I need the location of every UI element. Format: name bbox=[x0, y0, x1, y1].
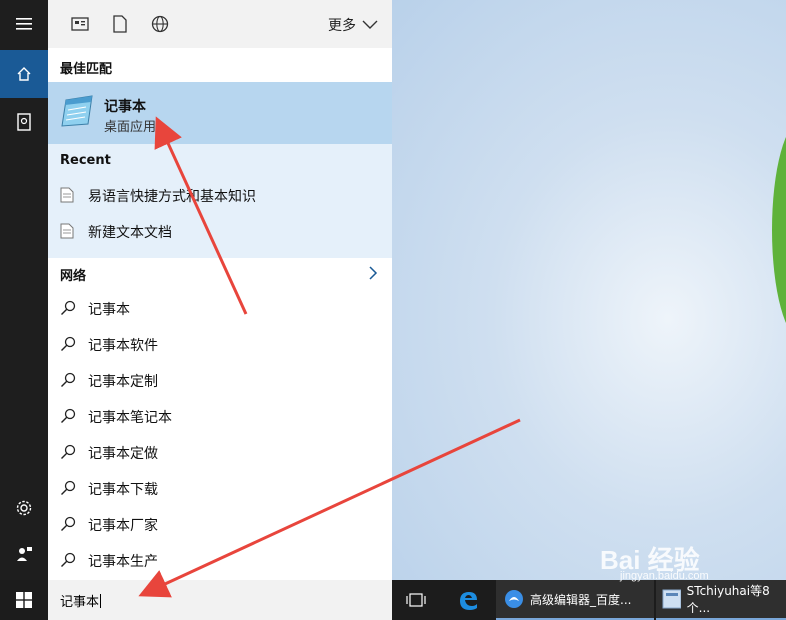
watermark-url: jingyan.baidu.com bbox=[620, 570, 709, 582]
annotation-arrow-to-best-match bbox=[154, 116, 248, 315]
annotation-arrow-to-search-box bbox=[138, 418, 521, 598]
annotation-overlay bbox=[138, 116, 521, 598]
